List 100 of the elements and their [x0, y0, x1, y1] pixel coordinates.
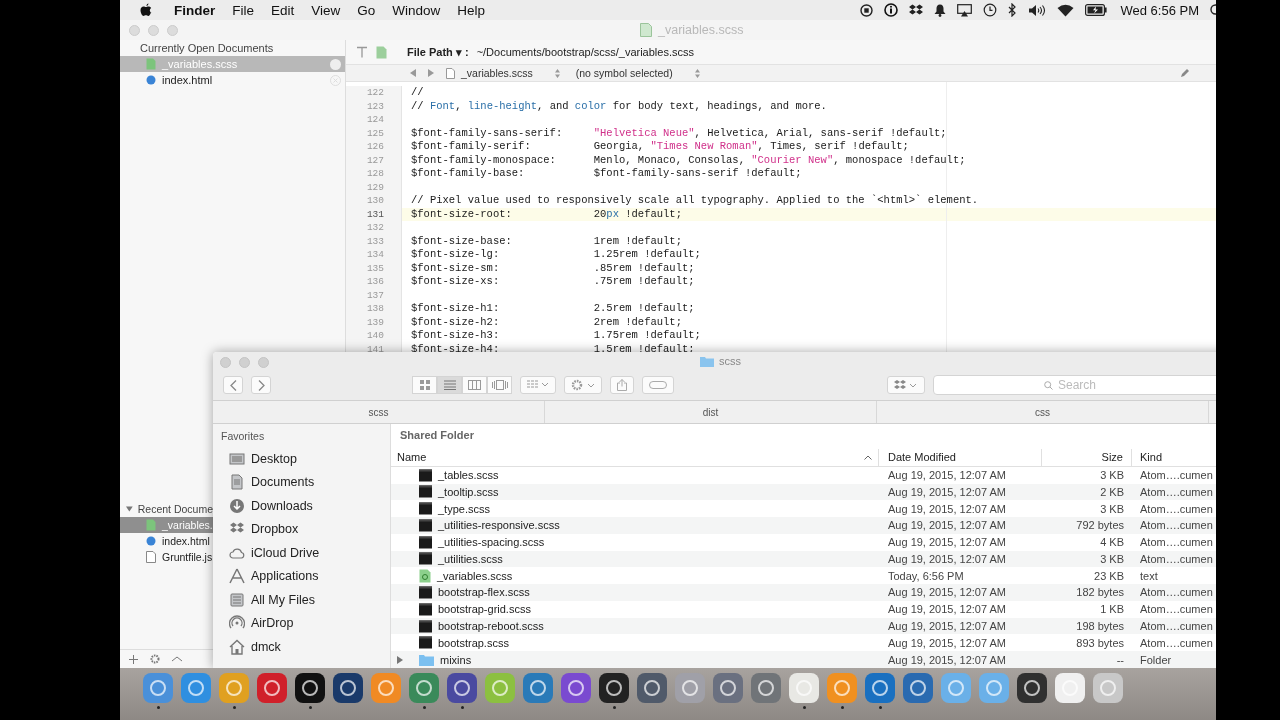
document-item[interactable]: index.html: [120, 72, 345, 88]
section-header: Favorites: [220, 430, 266, 444]
file-row[interactable]: _tooltip.scss Aug 19, 2015, 12:07 AM 2 KB Atom….cumen: [391, 483, 1216, 501]
app-icon[interactable]: [332, 672, 364, 704]
app-icon[interactable]: [1016, 672, 1048, 704]
close-icon[interactable]: [330, 58, 341, 70]
file-row[interactable]: mixins Aug 19, 2015, 12:07 AM -- Folder: [391, 651, 1216, 668]
document-item[interactable]: Gruntfile.js: [120, 549, 213, 565]
sidebar-item[interactable]: iCloud Drive: [213, 541, 390, 565]
path-tab[interactable]: scss: [213, 401, 545, 423]
add-button[interactable]: [126, 652, 141, 666]
size-cell-text: 182 bytes: [1075, 586, 1125, 599]
sidebar-item[interactable]: Downloads: [213, 494, 390, 518]
sort-icon[interactable]: [864, 454, 872, 460]
file-row[interactable]: _tables.scss Aug 19, 2015, 12:07 AM 3 KB Atom….cumen: [391, 466, 1216, 484]
text-icon[interactable]: [356, 46, 368, 58]
clock[interactable]: Wed 6:56 PM: [1120, 2, 1199, 18]
path-tab[interactable]: dist: [545, 401, 877, 423]
code-line: $font-size-h3: 1.75rem !default;: [411, 329, 701, 341]
file-row[interactable]: _utilities-responsive.scss Aug 19, 2015, 12:07 AM 792 bytes Atom….cumen: [391, 517, 1216, 534]
apple-icon[interactable]: [140, 3, 152, 17]
file-row[interactable]: _utilities.scss Aug 19, 2015, 12:07 AM 3 KB Atom….cumen: [391, 550, 1216, 568]
pen-icon[interactable]: [1180, 68, 1190, 78]
file-row[interactable]: bootstrap.scss Aug 19, 2015, 12:07 AM 893 bytes Atom….cumen: [391, 634, 1216, 652]
column-header[interactable]: Name: [391, 448, 879, 466]
arrange-button[interactable]: [520, 376, 556, 394]
sidebar-item[interactable]: All My Files: [213, 588, 390, 612]
wifi-icon[interactable]: [1057, 3, 1075, 17]
action-button[interactable]: [564, 376, 602, 394]
size-cell-text: 198 bytes: [1075, 620, 1125, 632]
app-icon[interactable]: [294, 672, 326, 704]
file-icon: [419, 619, 432, 633]
forward-icon[interactable]: [428, 69, 434, 77]
symbol-selector[interactable]: (no symbol selected): [575, 67, 704, 79]
file-icon: [419, 485, 432, 499]
app-icon[interactable]: [598, 672, 630, 704]
file-selector[interactable]: _variables.scss: [446, 67, 564, 79]
sidebar-item[interactable]: Applications: [213, 564, 390, 588]
search-icon[interactable]: [1210, 3, 1216, 17]
sidebar-item[interactable]: Documents: [213, 470, 390, 494]
menu-item[interactable]: File: [229, 2, 258, 18]
file-name: _utilities.scss: [438, 552, 503, 565]
display-icon[interactable]: [957, 3, 973, 17]
disclosure-icon[interactable]: [397, 655, 403, 664]
document-item[interactable]: index.html: [120, 533, 213, 549]
caret-icon: [172, 655, 182, 663]
tag-button[interactable]: [642, 376, 674, 394]
menu-item[interactable]: Help: [454, 2, 489, 18]
section-header: Recent Docume: [137, 502, 213, 516]
column-view-button[interactable]: [462, 376, 487, 394]
app-icon[interactable]: [636, 672, 668, 704]
clock-icon[interactable]: [983, 3, 998, 17]
sidebar-item[interactable]: Desktop: [213, 447, 390, 471]
back-button[interactable]: [223, 376, 243, 394]
size-cell-text: 3 KB: [1099, 552, 1125, 565]
menu-item[interactable]: Go: [354, 2, 379, 18]
globe-icon: [146, 75, 156, 85]
file-row[interactable]: _variables.scss Today, 6:56 PM 23 KB text: [391, 567, 1216, 585]
code-line: $font-size-sm: .85rem !default;: [411, 261, 695, 274]
list-view-button[interactable]: [437, 376, 462, 394]
back-icon: [229, 379, 237, 391]
code-line: $font-size-h1: 2.5rem !default;: [411, 302, 695, 314]
file-icon[interactable]: [376, 45, 387, 59]
file-row[interactable]: bootstrap-grid.scss Aug 19, 2015, 12:07 AM 1 KB Atom….cumen: [391, 600, 1216, 618]
file-row[interactable]: _utilities-spacing.scss Aug 19, 2015, 12:07 AM 4 KB Atom….cumen: [391, 533, 1216, 551]
cover-flow-button[interactable]: [487, 376, 512, 394]
file-path-label[interactable]: File Path ▾ :: [407, 45, 469, 59]
back-icon[interactable]: [410, 69, 416, 77]
file-row[interactable]: bootstrap-flex.scss Aug 19, 2015, 12:07 AM 182 bytes Atom….cumen: [391, 584, 1216, 601]
cover-flow-icon: [491, 380, 508, 390]
record-icon[interactable]: [860, 3, 874, 17]
date-cell-text: Aug 19, 2015, 12:07 AM: [887, 653, 1008, 666]
info-icon[interactable]: [884, 3, 899, 17]
menu-item[interactable]: View: [308, 2, 344, 18]
menu-item[interactable]: Edit: [268, 2, 298, 18]
icon-view-button[interactable]: [412, 376, 437, 394]
path-tab[interactable]: css: [877, 401, 1209, 423]
sidebar-item[interactable]: dmck: [213, 635, 390, 659]
column-header[interactable]: Date Modified: [879, 448, 1042, 466]
forward-button[interactable]: [251, 376, 271, 394]
file-name: _tables.scss: [438, 469, 499, 482]
share-button[interactable]: [610, 376, 634, 394]
sidebar-item[interactable]: AirDrop: [213, 611, 390, 635]
section-header: Shared Folder: [399, 428, 475, 443]
menu-item[interactable]: Finder: [171, 2, 219, 18]
bluetooth-icon[interactable]: [1008, 3, 1018, 17]
menu-item[interactable]: Window: [389, 2, 444, 18]
app-icon[interactable]: [446, 672, 478, 704]
file-row[interactable]: _type.scss Aug 19, 2015, 12:07 AM 3 KB Atom….cumen: [391, 500, 1216, 518]
box-icon[interactable]: [909, 4, 924, 16]
dropbox-button[interactable]: [887, 376, 925, 394]
bell-icon[interactable]: [934, 3, 947, 17]
size-cell-text: 23 KB: [1093, 569, 1125, 582]
disclosure-icon[interactable]: [126, 505, 133, 513]
sidebar-item[interactable]: Dropbox: [213, 517, 390, 541]
column-header[interactable]: Size: [1042, 448, 1132, 466]
volume-icon[interactable]: [1028, 3, 1047, 17]
share-icon: [617, 379, 627, 391]
file-row[interactable]: bootstrap-reboot.scss Aug 19, 2015, 12:07 AM 198 bytes Atom….cumen: [391, 617, 1216, 635]
battery-icon[interactable]: [1085, 4, 1108, 16]
